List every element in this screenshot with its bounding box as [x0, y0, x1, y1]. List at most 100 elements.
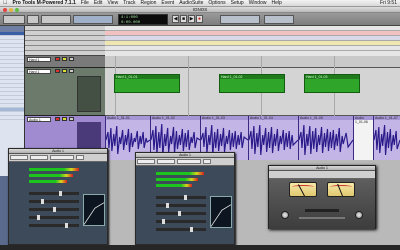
plugin-window[interactable]: Audio 1 [135, 152, 235, 245]
track-name[interactable]: Audio 1 [27, 117, 51, 122]
param-slider[interactable] [156, 203, 206, 208]
plugin-header-bar [136, 158, 234, 166]
play-icon[interactable]: ▶ [188, 15, 195, 23]
param-slider[interactable] [29, 199, 79, 204]
track-name[interactable]: Hard 1 [27, 69, 51, 74]
edit-tools[interactable] [41, 15, 71, 24]
menu-event[interactable]: Event [161, 0, 174, 6]
insert-selector[interactable] [30, 155, 48, 160]
input-meter [156, 172, 204, 175]
menu-view[interactable]: View [107, 0, 118, 6]
vu-meter-left [289, 182, 317, 197]
param-slider[interactable] [156, 219, 206, 224]
solo-button[interactable] [62, 117, 67, 121]
midi-region[interactable]: Hard 1_01-02 [219, 74, 285, 93]
mute-button[interactable] [69, 57, 74, 61]
vu-label-plate [305, 209, 339, 212]
selection-fields[interactable] [220, 15, 260, 24]
preset-selector[interactable] [177, 159, 201, 164]
track-lane-top[interactable] [105, 56, 400, 68]
menu-help[interactable]: Help [271, 0, 281, 6]
close-window-icon[interactable] [3, 8, 7, 12]
midi-region[interactable]: Hard 1_01-03 [304, 74, 360, 93]
param-slider[interactable] [156, 227, 206, 232]
ruler-labels [25, 26, 105, 56]
menu-edit[interactable]: Edit [94, 0, 103, 6]
apple-menu-icon[interactable]:  [3, 0, 8, 6]
param-slider[interactable] [29, 191, 79, 196]
track-selector[interactable] [10, 155, 28, 160]
menu-region[interactable]: Region [141, 0, 157, 6]
input-meter [29, 168, 79, 171]
menu-setup[interactable]: Setup [231, 0, 244, 6]
record-enable-button[interactable] [55, 57, 60, 61]
transport-controls: ◀ ■ ▶ ● [172, 15, 203, 23]
bypass-button[interactable] [76, 155, 84, 160]
edit-toolbar: 4:1:000 0:00.000 ◀ ■ ▶ ● [0, 13, 400, 26]
track-meter [77, 76, 101, 112]
timeline-rulers[interactable] [105, 26, 400, 56]
grid-nudge-controls[interactable] [73, 15, 113, 24]
output-knob[interactable] [355, 211, 363, 219]
output-meter [29, 174, 73, 177]
input-knob[interactable] [281, 211, 289, 219]
plugin-window[interactable]: Audio 1 [8, 148, 108, 245]
param-slider[interactable] [29, 215, 79, 220]
plugin-body [9, 162, 107, 244]
stop-icon[interactable]: ■ [180, 15, 187, 23]
compressor-graph [210, 196, 232, 228]
output-meter [156, 178, 198, 181]
record-enable-button[interactable] [55, 117, 60, 121]
audio-clip[interactable]: Audio 1_01-05 [298, 116, 353, 160]
plugin-body [269, 179, 375, 229]
mute-button[interactable] [69, 117, 74, 121]
menu-bar:  Pro Tools M-Powered 7.1.1 File Edit Vi… [0, 0, 400, 7]
param-slider[interactable] [156, 195, 206, 200]
menu-audiosuite[interactable]: AudioSuite [179, 0, 203, 6]
record-enable-button[interactable] [55, 69, 60, 73]
edit-mode-selector[interactable] [3, 15, 25, 24]
menubar-clock: Fri 9:51 [380, 0, 397, 6]
track-name[interactable]: Hard 1 [27, 57, 51, 62]
nudge-fields[interactable] [264, 15, 294, 24]
gain-reduction-meter [156, 184, 192, 187]
track-selector[interactable] [137, 159, 155, 164]
region-label: Hard 1_01-02 [220, 75, 284, 79]
record-icon[interactable]: ● [196, 15, 203, 23]
menu-window[interactable]: Window [249, 0, 267, 6]
vu-divider [299, 217, 345, 219]
zoom-window-icon[interactable] [15, 8, 19, 12]
window-title: IGNOS [192, 7, 208, 12]
list-item[interactable] [0, 116, 24, 120]
insert-selector[interactable] [157, 159, 175, 164]
solo-button[interactable] [62, 69, 67, 73]
ruler-markers[interactable] [105, 46, 400, 51]
bypass-button[interactable] [203, 159, 211, 164]
menu-options[interactable]: Options [208, 0, 225, 6]
midi-region[interactable]: Hard 1_01-01 [114, 74, 180, 93]
menu-file[interactable]: File [81, 0, 89, 6]
vu-meter-plugin[interactable]: Audio 1 [268, 165, 376, 229]
menu-track[interactable]: Track [123, 0, 135, 6]
solo-button[interactable] [62, 57, 67, 61]
zoom-tool-icon[interactable] [27, 15, 39, 24]
gain-reduction-meter [29, 180, 67, 183]
app-menu[interactable]: Pro Tools M-Powered 7.1.1 [13, 0, 76, 6]
audio-clip[interactable]: Audio 1_01-07 [373, 116, 400, 160]
vu-meter-right [327, 182, 355, 197]
audio-clip[interactable]: Audio 1_01-04 [248, 116, 298, 160]
audio-clip-gap[interactable]: Audio 1_01-06 [353, 116, 373, 160]
mute-button[interactable] [69, 69, 74, 73]
param-slider[interactable] [29, 207, 79, 212]
preset-selector[interactable] [50, 155, 74, 160]
param-slider[interactable] [29, 223, 79, 228]
track-header-top[interactable]: Hard 1 [25, 56, 105, 68]
minimize-window-icon[interactable] [9, 8, 13, 12]
region-label: Hard 1_01-01 [115, 75, 179, 79]
rewind-icon[interactable]: ◀ [172, 15, 179, 23]
param-slider[interactable] [156, 211, 206, 216]
clip-label: Audio 1_01-06 [354, 116, 373, 124]
region-label: Hard 1_01-03 [305, 75, 359, 79]
plugin-header-bar [269, 171, 375, 179]
track-header-midi[interactable]: Hard 1 [25, 68, 105, 116]
